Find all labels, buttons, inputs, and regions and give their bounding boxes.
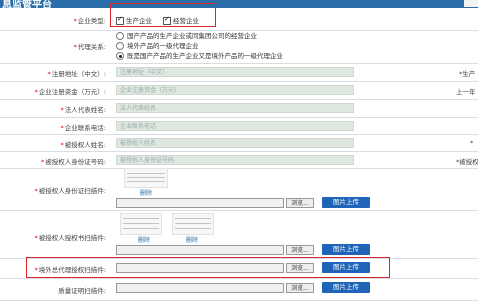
id-scan-delete-link[interactable]: 删除 — [140, 188, 152, 197]
authorized-id-row: *被授权人身份证号码: 被授权人身份证号码 *被授权 — [0, 151, 478, 169]
required-mark: * — [34, 187, 38, 195]
id-attach-file-input[interactable] — [116, 198, 284, 208]
highlight-overseas-attach — [26, 257, 390, 278]
right-column-label: 上一年 — [456, 88, 476, 96]
phone-label: 企业联系电话: — [64, 124, 106, 132]
enterprise-type-row: *企业类型: 生产企业 经营企业 — [0, 8, 478, 31]
enterprise-type-label: 企业类型: — [77, 17, 106, 25]
reg-capital-input[interactable]: 企业注册资金（万元） — [116, 85, 354, 95]
quality-attach-upload-button[interactable]: 图片上传 — [322, 282, 370, 293]
required-mark: * — [73, 17, 77, 25]
right-column-label: *被授权 — [456, 158, 478, 166]
required-mark: * — [41, 158, 45, 166]
right-column-label: *生产 — [459, 70, 476, 78]
authorized-id-label: 被授权人身份证号码: — [45, 158, 106, 166]
legal-name-row: *法人代表姓名: 法人代表姓名 — [0, 99, 478, 118]
id-attach-browse-button[interactable]: 浏览... — [286, 198, 314, 208]
required-mark: * — [60, 141, 64, 149]
quality-attach-label: 质量证明扫描件: — [58, 287, 106, 295]
agent-relation-label: 代理关系: — [77, 43, 106, 51]
reg-address-row: *注册地址（中文）: 注册地址（中文） *生产 — [0, 63, 478, 82]
auth-attach-upload-button[interactable]: 图片上传 — [322, 244, 370, 255]
right-required-mark: * — [470, 139, 474, 147]
id-scan-thumbnail — [124, 168, 168, 188]
auth-attach-browse-button[interactable]: 浏览... — [286, 245, 314, 255]
id-attach-upload-button[interactable]: 图片上传 — [322, 197, 370, 208]
reg-capital-label: 企业注册资金（万元）: — [38, 88, 106, 96]
phone-input[interactable]: 企业联系电话 — [116, 121, 354, 131]
id-attach-label: 被授权人身份证扫描件: — [38, 187, 106, 195]
auth-scan-thumbnail-1 — [120, 213, 162, 235]
authorized-name-input[interactable]: 被授权人姓名 — [116, 138, 354, 148]
auth-attach-file-input[interactable] — [116, 245, 284, 255]
radio-selected-icon — [116, 52, 124, 60]
auth-scan-thumbnail-2 — [172, 213, 214, 235]
highlight-enterprise-type — [110, 3, 216, 27]
required-mark: * — [60, 124, 64, 132]
id-attach-row: *被授权人身份证扫描件: 删除 浏览... 图片上传 — [0, 168, 478, 211]
legal-name-input[interactable]: 法人代表姓名 — [116, 103, 354, 113]
agent-option-overseas[interactable]: 境外产品的一级代理企业 — [116, 40, 199, 50]
required-mark: * — [34, 88, 38, 96]
phone-row: *企业联系电话: 企业联系电话 — [0, 117, 478, 135]
authorized-name-label: 被授权人姓名: — [64, 141, 106, 149]
quality-attach-file-input[interactable] — [116, 283, 284, 293]
reg-capital-row: *企业注册资金（万元）: 企业注册资金（万元） 上一年 — [0, 81, 478, 100]
required-mark: * — [73, 43, 77, 51]
agent-relation-row: *代理关系: 国产产品的生产企业或同集团公司的经营企业 境外产品的一级代理企业 … — [0, 30, 478, 64]
reg-address-label: 注册地址（中文）: — [51, 70, 106, 78]
authorized-name-row: *被授权人姓名: 被授权人姓名 * — [0, 134, 478, 152]
auth-scan-delete-link-2[interactable]: 删除 — [186, 235, 198, 244]
reg-address-input[interactable]: 注册地址（中文） — [116, 67, 354, 77]
required-mark: * — [34, 234, 38, 242]
agent-option-domestic[interactable]: 国产产品的生产企业或同集团公司的经营企业 — [116, 30, 257, 40]
title-bar: 息监管平台 — [0, 0, 478, 11]
auth-attach-label: 被授权人授权书扫描件: — [38, 234, 106, 242]
agent-option-both[interactable]: 既是国产产品的生产企业又是境外产品的一级代理企业 — [116, 50, 283, 60]
legal-name-label: 法人代表姓名: — [64, 106, 106, 114]
authorized-id-input[interactable]: 被授权人身份证号码 — [116, 155, 354, 165]
required-mark: * — [47, 70, 51, 78]
auth-attach-row: *被授权人授权书扫描件: 删除 删除 浏览... 图片上传 — [0, 210, 478, 259]
quality-attach-browse-button[interactable]: 浏览... — [286, 283, 314, 293]
radio-icon — [116, 42, 124, 50]
quality-attach-row: 质量证明扫描件: 浏览... 图片上传 — [0, 278, 478, 301]
header-right-tab[interactable] — [464, 0, 478, 7]
auth-scan-delete-link-1[interactable]: 删除 — [138, 235, 150, 244]
required-mark: * — [60, 106, 64, 114]
radio-icon — [116, 32, 124, 40]
